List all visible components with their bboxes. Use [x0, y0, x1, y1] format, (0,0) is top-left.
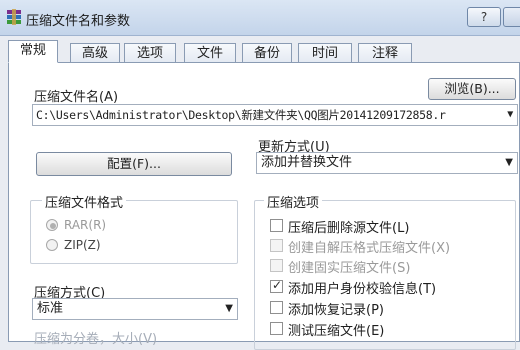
rar-radio-label: RAR(R) [64, 218, 107, 232]
test-archive-checkbox[interactable] [270, 322, 283, 335]
archive-name-value: C:\Users\Administrator\Desktop\新建文件夹\QQ图… [36, 108, 446, 122]
update-mode-value: 添加并替换文件 [261, 155, 353, 170]
compression-method-value: 标准 [37, 301, 64, 316]
tab-comment[interactable]: 注释 [358, 43, 412, 63]
authenticity-checkbox[interactable] [270, 278, 283, 293]
update-mode-select[interactable]: 添加并替换文件 ▼ [256, 152, 518, 174]
zip-radio-label: ZIP(Z) [64, 238, 101, 252]
archive-name-label: 压缩文件名(A) [34, 90, 119, 105]
test-archive-label: 测试压缩文件(E) [288, 324, 385, 339]
create-sfx-checkbox[interactable] [270, 239, 283, 252]
recovery-record-checkbox[interactable] [270, 301, 283, 314]
split-volumes-label: 压缩为分卷，大小(V) [34, 332, 158, 347]
tab-general[interactable]: 常规 [8, 40, 58, 63]
chevron-down-icon[interactable]: ▼ [505, 153, 513, 173]
compression-method-select[interactable]: 标准 ▼ [32, 298, 238, 320]
archiving-options-title: 压缩选项 [264, 192, 323, 211]
tab-time[interactable]: 时间 [298, 43, 352, 63]
zip-radio[interactable] [46, 239, 58, 251]
tab-options[interactable]: 选项 [124, 43, 176, 63]
authenticity-label: 添加用户身份校验信息(T) [288, 282, 437, 297]
chevron-down-icon[interactable]: ▼ [507, 105, 513, 125]
rar-radio[interactable] [46, 219, 58, 231]
window-title: 压缩文件名和参数 [26, 14, 131, 29]
delete-files-label: 压缩后删除源文件(L) [288, 221, 410, 236]
help-button[interactable]: ? [467, 7, 501, 27]
delete-files-checkbox[interactable] [270, 219, 283, 232]
tab-files[interactable]: 文件 [184, 43, 236, 63]
archive-name-input[interactable]: C:\Users\Administrator\Desktop\新建文件夹\QQ图… [32, 104, 518, 126]
tab-advanced[interactable]: 高级 [70, 43, 120, 63]
recovery-record-label: 添加恢复记录(P) [288, 303, 384, 318]
chevron-down-icon[interactable]: ▼ [225, 299, 233, 319]
tab-backup[interactable]: 备份 [242, 43, 292, 63]
solid-archive-checkbox[interactable] [270, 259, 283, 272]
close-button[interactable] [503, 7, 520, 27]
winrar-app-icon [6, 9, 22, 25]
archive-format-title: 压缩文件格式 [42, 192, 127, 211]
solid-archive-label: 创建固实压缩文件(S) [288, 261, 411, 276]
create-sfx-label: 创建自解压格式压缩文件(X) [288, 241, 451, 256]
profiles-button[interactable]: 配置(F)... [36, 152, 232, 176]
browse-button[interactable]: 浏览(B)... [428, 78, 516, 100]
